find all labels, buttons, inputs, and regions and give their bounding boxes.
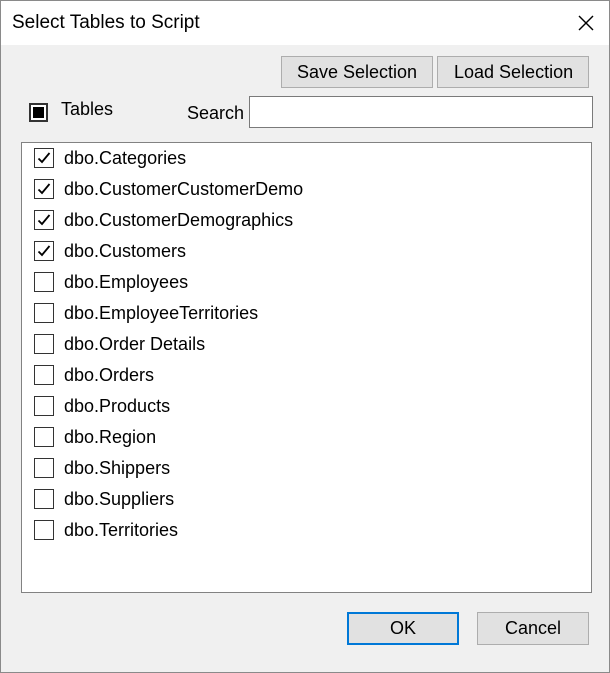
list-item[interactable]: dbo.Employees [34, 269, 188, 295]
checkmark-icon [37, 183, 51, 195]
table-name-label: dbo.Suppliers [64, 488, 175, 509]
save-selection-button[interactable]: Save Selection [281, 56, 433, 88]
dialog-window: Select Tables to Script Save Selection L… [0, 0, 610, 673]
ok-label: OK [389, 618, 416, 638]
table-name-label: dbo.Employees [64, 271, 189, 292]
cancel-label: Cancel [504, 618, 562, 638]
table-checklist[interactable]: dbo.Categories dbo.CustomerCustomerDemo db… [21, 142, 592, 593]
table-checkbox[interactable] [34, 489, 54, 509]
tables-select-all-checkbox[interactable]: Tables [29, 99, 113, 125]
title-bar: Select Tables to Script [1, 1, 609, 45]
table-name-label: dbo.CustomerDemographics [64, 209, 294, 230]
list-item[interactable]: dbo.Categories [34, 145, 186, 171]
list-item[interactable]: dbo.Orders [34, 362, 154, 388]
list-item[interactable]: dbo.CustomerDemographics [34, 207, 293, 233]
checkmark-icon [37, 152, 51, 164]
list-item[interactable]: dbo.CustomerCustomerDemo [34, 176, 303, 202]
load-selection-label: Load Selection [454, 61, 574, 82]
table-name-label: dbo.Territories [64, 519, 179, 540]
table-checkbox[interactable] [34, 365, 54, 385]
dialog-title: Select Tables to Script [12, 12, 200, 33]
search-input[interactable] [249, 96, 593, 128]
table-checkbox[interactable] [34, 179, 54, 199]
close-button[interactable] [563, 1, 609, 45]
table-checkbox[interactable] [34, 334, 54, 354]
indeterminate-fill-icon [33, 106, 44, 118]
list-item[interactable]: dbo.Shippers [34, 455, 170, 481]
table-checkbox[interactable] [34, 458, 54, 478]
tristate-checkbox-box[interactable] [29, 102, 48, 122]
list-item[interactable]: dbo.Region [34, 424, 156, 450]
load-selection-button[interactable]: Load Selection [437, 56, 589, 88]
table-checkbox[interactable] [34, 210, 54, 230]
list-item[interactable]: dbo.Suppliers [34, 486, 174, 512]
ok-button[interactable]: OK [347, 612, 459, 645]
table-name-label: dbo.Order Details [64, 333, 206, 354]
table-name-label: dbo.Categories [64, 147, 187, 168]
table-name-label: dbo.Customers [64, 240, 187, 261]
table-name-label: dbo.Region [64, 426, 157, 447]
table-checkbox[interactable] [34, 427, 54, 447]
table-name-label: dbo.Products [64, 395, 171, 416]
list-item[interactable]: dbo.Customers [34, 238, 186, 264]
search-label: Search [187, 103, 245, 123]
table-checkbox[interactable] [34, 303, 54, 323]
table-name-label: dbo.Shippers [64, 457, 171, 478]
list-item[interactable]: dbo.Products [34, 393, 170, 419]
table-checkbox[interactable] [34, 148, 54, 168]
tables-label: Tables [61, 98, 114, 119]
checkmark-icon [37, 245, 51, 257]
list-item[interactable]: dbo.EmployeeTerritories [34, 300, 258, 326]
close-icon [578, 15, 594, 31]
table-name-label: dbo.CustomerCustomerDemo [64, 178, 304, 199]
table-checkbox[interactable] [34, 520, 54, 540]
checkmark-icon [37, 214, 51, 226]
table-name-label: dbo.EmployeeTerritories [64, 302, 259, 323]
table-checkbox[interactable] [34, 396, 54, 416]
table-checkbox[interactable] [34, 241, 54, 261]
list-item[interactable]: dbo.Territories [34, 517, 178, 543]
table-checkbox[interactable] [34, 272, 54, 292]
table-name-label: dbo.Orders [64, 364, 155, 385]
save-selection-label: Save Selection [296, 61, 418, 82]
cancel-button[interactable]: Cancel [477, 612, 589, 645]
list-item[interactable]: dbo.Order Details [34, 331, 205, 357]
